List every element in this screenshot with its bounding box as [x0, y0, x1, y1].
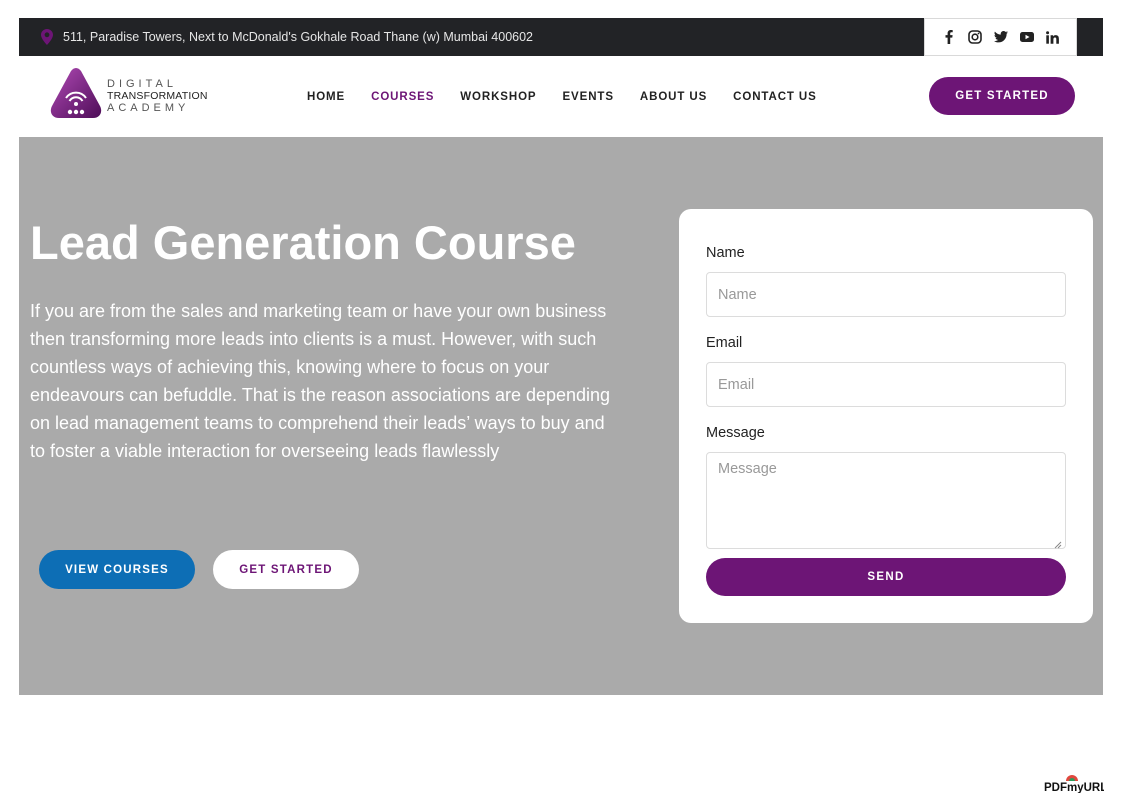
- svg-text:PDFmyURL: PDFmyURL: [1044, 782, 1104, 793]
- logo-line-2: TRANSFORMATION: [107, 90, 208, 102]
- hero-description: If you are from the sales and marketing …: [30, 301, 611, 461]
- hero-section: Lead Generation Course If you are from t…: [19, 137, 1103, 695]
- nav-item-courses[interactable]: COURSES: [371, 91, 434, 103]
- page-title: Lead Generation Course: [30, 216, 576, 269]
- logo[interactable]: DIGITAL TRANSFORMATION ACADEMY: [49, 67, 209, 125]
- pdfmyurl-watermark: PDFmyURL: [1044, 774, 1107, 793]
- academy-logo-icon: [49, 67, 103, 125]
- nav-menu: HOME COURSES WORKSHOP EVENTS ABOUT US CO…: [307, 56, 843, 137]
- view-courses-button[interactable]: VIEW COURSES: [39, 550, 195, 589]
- page: 511, Paradise Towers, Next to McDonald's…: [0, 0, 1123, 793]
- instagram-icon[interactable]: [967, 29, 983, 45]
- send-button[interactable]: SEND: [706, 558, 1066, 596]
- location-pin-icon: [41, 29, 53, 45]
- get-started-button[interactable]: GET STARTED: [929, 77, 1075, 115]
- youtube-icon[interactable]: [1019, 29, 1035, 45]
- address-line: 511, Paradise Towers, Next to McDonald's…: [41, 18, 533, 56]
- resize-handle-icon[interactable]: [1054, 537, 1062, 549]
- email-label: Email: [706, 335, 743, 351]
- logo-line-1: DIGITAL: [107, 78, 177, 90]
- linkedin-icon[interactable]: [1045, 29, 1061, 45]
- nav-item-workshop[interactable]: WORKSHOP: [460, 91, 536, 103]
- message-placeholder: Message: [718, 461, 777, 477]
- top-bar: 511, Paradise Towers, Next to McDonald's…: [19, 18, 1103, 56]
- email-field[interactable]: Email: [706, 362, 1066, 407]
- logo-line-3: ACADEMY: [107, 102, 190, 114]
- nav-item-contact-us[interactable]: CONTACT US: [733, 91, 817, 103]
- email-placeholder: Email: [718, 376, 755, 393]
- name-field[interactable]: Name: [706, 272, 1066, 317]
- contact-form: Name Name Email Email Message Message SE…: [679, 209, 1093, 623]
- name-placeholder: Name: [718, 286, 757, 303]
- nav-item-home[interactable]: HOME: [307, 91, 345, 103]
- message-label: Message: [706, 425, 765, 441]
- hero-get-started-button[interactable]: GET STARTED: [213, 550, 359, 589]
- nav-item-events[interactable]: EVENTS: [562, 91, 613, 103]
- logo-text: DIGITAL TRANSFORMATION ACADEMY: [107, 78, 208, 114]
- main-navigation: DIGITAL TRANSFORMATION ACADEMY HOME COUR…: [19, 56, 1103, 137]
- social-links: [924, 18, 1077, 56]
- message-field[interactable]: Message: [706, 452, 1066, 549]
- facebook-icon[interactable]: [941, 29, 957, 45]
- name-label: Name: [706, 245, 745, 261]
- twitter-icon[interactable]: [993, 29, 1009, 45]
- nav-item-about-us[interactable]: ABOUT US: [640, 91, 707, 103]
- address-text: 511, Paradise Towers, Next to McDonald's…: [63, 30, 533, 44]
